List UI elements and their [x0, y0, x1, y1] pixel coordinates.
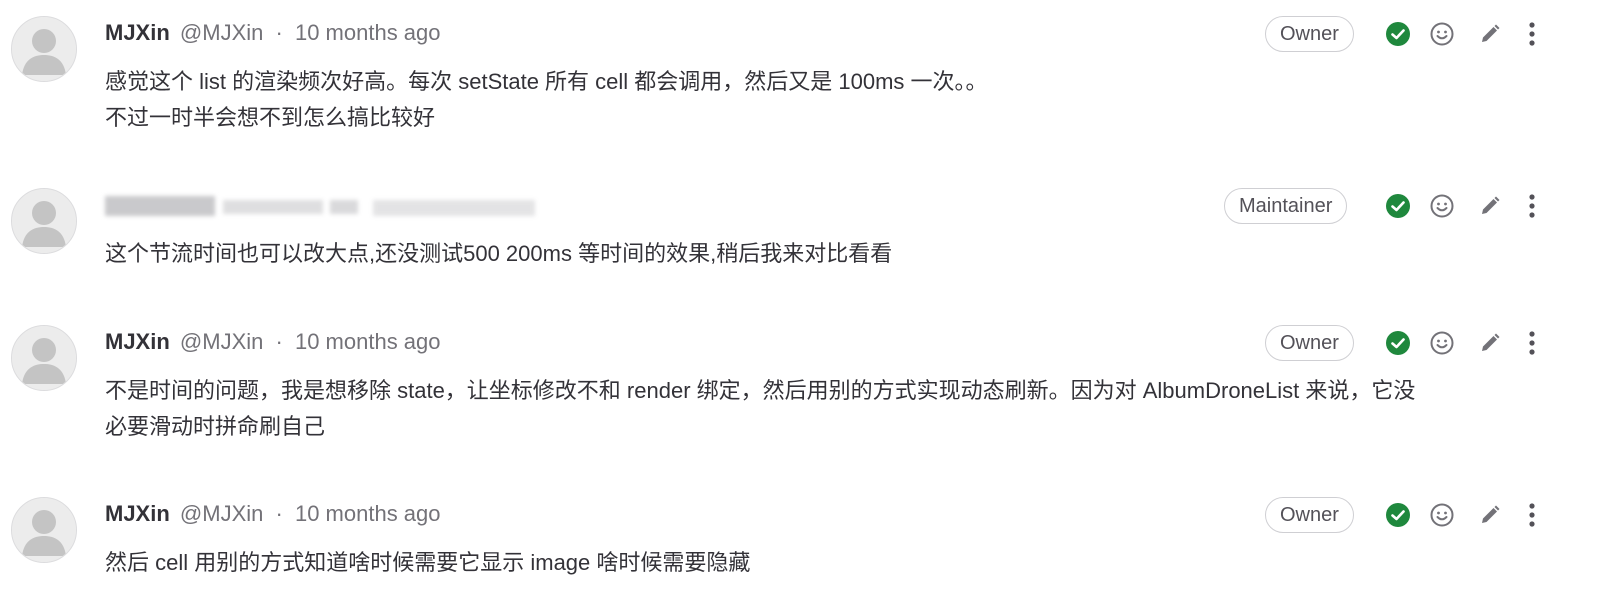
default-avatar-icon[interactable]: [11, 325, 77, 391]
ellipsis-v-icon: [1529, 503, 1535, 527]
note-4: MJXin @MJXin · 10 months ago Owner 然后 ce…: [0, 481, 1602, 616]
note-timestamp[interactable]: 10 months ago: [295, 329, 441, 354]
note-body: 感觉这个 list 的渲染频次好高。每次 setState 所有 cell 都会…: [105, 64, 1545, 136]
add-reaction-button[interactable]: [1428, 329, 1456, 357]
note-body: 这个节流时间也可以改大点,还没测试500 200ms 等时间的效果,稍后我来对比…: [105, 236, 1545, 272]
role-badge: Maintainer: [1224, 188, 1348, 224]
author-handle[interactable]: @MJXin: [180, 20, 263, 45]
pencil-icon: [1482, 196, 1500, 214]
author-handle[interactable]: @MJXin: [180, 329, 263, 354]
author-handle[interactable]: @MJXin: [180, 501, 263, 526]
check-circle-icon: [1386, 194, 1410, 218]
note-timestamp[interactable]: 10 months ago: [295, 20, 441, 45]
resolve-thread-button[interactable]: [1384, 20, 1412, 48]
note-body: 然后 cell 用别的方式知道啥时候需要它显示 image 啥时候需要隐藏: [105, 545, 1545, 581]
note-body-line: 不是时间的问题，我是想移除 state，让坐标修改不和 render 绑定，然后…: [105, 378, 1416, 403]
author-name[interactable]: MJXin: [105, 20, 170, 45]
smiley-icon: [1430, 503, 1454, 527]
more-actions-button[interactable]: [1518, 329, 1546, 357]
pencil-icon: [1482, 333, 1500, 351]
note-body: 不是时间的问题，我是想移除 state，让坐标修改不和 render 绑定，然后…: [105, 373, 1545, 445]
separator: ·: [275, 20, 283, 45]
edit-comment-button[interactable]: [1476, 20, 1504, 48]
note-header: MJXin @MJXin · 10 months ago: [105, 325, 441, 359]
note-1: MJXin @MJXin · 10 months ago Owner 感觉这个 …: [0, 0, 1602, 170]
pencil-icon: [1482, 505, 1500, 523]
author-name[interactable]: MJXin: [105, 329, 170, 354]
note-3: MJXin @MJXin · 10 months ago Owner 不是时间的…: [0, 309, 1602, 479]
default-avatar-icon[interactable]: [11, 188, 77, 254]
more-actions-button[interactable]: [1518, 501, 1546, 529]
add-reaction-button[interactable]: [1428, 501, 1456, 529]
note-body-line: 感觉这个 list 的渲染频次好高。每次 setState 所有 cell 都会…: [105, 69, 988, 94]
edit-comment-button[interactable]: [1476, 501, 1504, 529]
discussion-thread: MJXin @MJXin · 10 months ago Owner 感觉这个 …: [0, 0, 1602, 616]
add-reaction-button[interactable]: [1428, 192, 1456, 220]
note-body-line: 这个节流时间也可以改大点,还没测试500 200ms 等时间的效果,稍后我来对比…: [105, 241, 893, 266]
note-header: MJXin @MJXin · 10 months ago: [105, 497, 441, 531]
edit-comment-button[interactable]: [1476, 329, 1504, 357]
note-actions: [1384, 501, 1554, 529]
check-circle-icon: [1386, 22, 1410, 46]
note-body-line: 必要滑动时拼命刷自己: [105, 414, 326, 439]
ellipsis-v-icon: [1529, 331, 1535, 355]
check-circle-icon: [1386, 331, 1410, 355]
ellipsis-v-icon: [1529, 194, 1535, 218]
note-actions: [1384, 329, 1554, 357]
smiley-icon: [1430, 331, 1454, 355]
author-name[interactable]: MJXin: [105, 501, 170, 526]
note-timestamp[interactable]: 10 months ago: [295, 501, 441, 526]
redacted-author-header: [105, 190, 535, 220]
role-badge: Owner: [1265, 497, 1354, 533]
default-avatar-icon[interactable]: [11, 16, 77, 82]
role-badge: Owner: [1265, 16, 1354, 52]
smiley-icon: [1430, 194, 1454, 218]
edit-comment-button[interactable]: [1476, 192, 1504, 220]
separator: ·: [275, 329, 283, 354]
note-body-line: 然后 cell 用别的方式知道啥时候需要它显示 image 啥时候需要隐藏: [105, 550, 751, 575]
note-actions: [1384, 192, 1554, 220]
add-reaction-button[interactable]: [1428, 20, 1456, 48]
default-avatar-icon[interactable]: [11, 497, 77, 563]
pencil-icon: [1482, 24, 1500, 42]
note-actions: [1384, 20, 1554, 48]
more-actions-button[interactable]: [1518, 20, 1546, 48]
ellipsis-v-icon: [1529, 22, 1535, 46]
note-header: MJXin @MJXin · 10 months ago: [105, 16, 441, 50]
check-circle-icon: [1386, 503, 1410, 527]
more-actions-button[interactable]: [1518, 192, 1546, 220]
resolve-thread-button[interactable]: [1384, 501, 1412, 529]
resolve-thread-button[interactable]: [1384, 192, 1412, 220]
resolve-thread-button[interactable]: [1384, 329, 1412, 357]
separator: ·: [275, 501, 283, 526]
note-body-line: 不过一时半会想不到怎么搞比较好: [105, 105, 436, 130]
smiley-icon: [1430, 22, 1454, 46]
role-badge: Owner: [1265, 325, 1354, 361]
